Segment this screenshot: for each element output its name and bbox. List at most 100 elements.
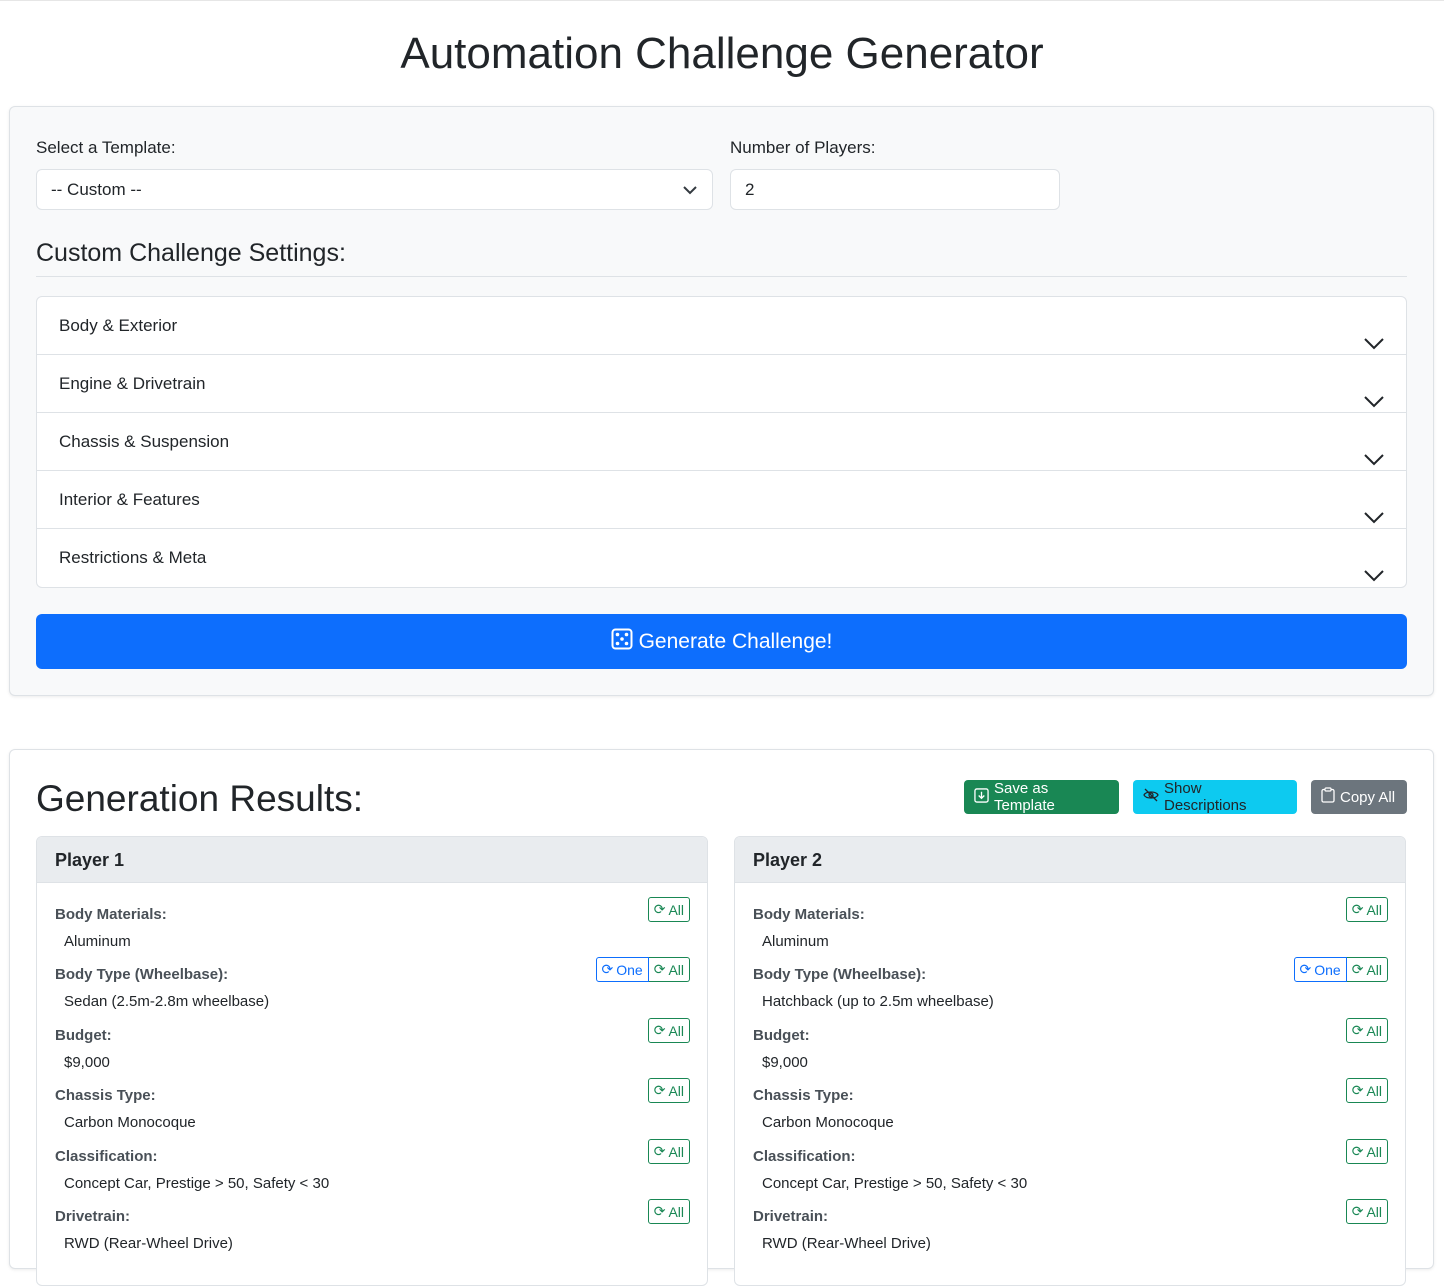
row-value: Sedan (2.5m-2.8m wheelbase) (64, 993, 270, 1010)
player-name: Player 1 (37, 837, 707, 883)
reroll-all-label: All (668, 961, 684, 978)
settings-accordion: Body & Exterior Engine & Drivetrain Chas… (36, 296, 1407, 588)
template-select-value: -- Custom -- (51, 180, 142, 199)
row-label: Drivetrain: (753, 1208, 829, 1225)
reroll-all-button[interactable]: ⟳ All (647, 1199, 690, 1224)
save-template-label: Save as Template (994, 780, 1055, 814)
refresh-icon: ⟳ (653, 1082, 666, 1098)
show-descriptions-label: Show Descriptions (1164, 780, 1247, 814)
row-label: Classification: (55, 1148, 158, 1165)
settings-card: Select a Template: -- Custom -- Number o… (9, 106, 1434, 696)
reroll-all-button[interactable]: ⟳ All (1345, 1078, 1388, 1103)
reroll-all-label: All (1366, 1022, 1382, 1039)
clipboard-icon (1321, 787, 1335, 807)
reroll-all-label: All (668, 1203, 684, 1220)
players-input[interactable]: 2 (730, 169, 1060, 210)
refresh-icon: ⟳ (1351, 961, 1364, 977)
reroll-all-label: All (668, 901, 684, 918)
reroll-one-button[interactable]: ⟳ One (1293, 957, 1347, 982)
copy-all-button[interactable]: Copy All (1311, 780, 1407, 814)
refresh-icon: ⟳ (1351, 1143, 1364, 1159)
row-value: Concept Car, Prestige > 50, Safety < 30 (762, 1175, 1028, 1192)
refresh-icon: ⟳ (1351, 1203, 1364, 1219)
row-label: Budget: (55, 1027, 112, 1044)
reroll-all-button[interactable]: ⟳ All (1346, 957, 1388, 982)
refresh-icon: ⟳ (653, 1203, 666, 1219)
row-value: Carbon Monocoque (762, 1114, 894, 1131)
chevron-down-icon (682, 182, 698, 203)
row-label: Body Materials: (753, 906, 865, 923)
reroll-all-label: All (1366, 901, 1382, 918)
generate-label: Generate Challenge! (638, 629, 833, 653)
row-label: Body Materials: (55, 906, 167, 923)
refresh-icon: ⟳ (653, 1143, 666, 1159)
reroll-all-label: All (1366, 961, 1382, 978)
results-card: Generation Results: Save as Template Sho… (9, 749, 1434, 1286)
reroll-all-label: All (668, 1082, 684, 1099)
player-card: Player 1 Body Materials: Aluminum ⟳ All B… (36, 836, 708, 1286)
row-value: Carbon Monocoque (64, 1114, 196, 1131)
reroll-all-button[interactable]: ⟳ All (1345, 1018, 1388, 1043)
refresh-icon: ⟳ (653, 1022, 666, 1038)
reroll-all-button[interactable]: ⟳ All (647, 1078, 690, 1103)
accordion-engine-drivetrain[interactable]: Engine & Drivetrain (37, 355, 1406, 413)
accordion-restrictions-meta[interactable]: Restrictions & Meta (37, 529, 1406, 587)
row-value: Aluminum (762, 933, 829, 950)
accordion-label: Restrictions & Meta (59, 548, 207, 567)
refresh-icon: ⟳ (1351, 1082, 1364, 1098)
reroll-all-label: All (668, 1143, 684, 1160)
save-template-button[interactable]: Save as Template (964, 780, 1119, 814)
row-value: $9,000 (64, 1054, 110, 1071)
row-label: Chassis Type: (753, 1087, 854, 1104)
accordion-interior-features[interactable]: Interior & Features (37, 471, 1406, 529)
accordion-body-exterior[interactable]: Body & Exterior (37, 297, 1406, 355)
reroll-all-label: All (1366, 1143, 1382, 1160)
accordion-label: Chassis & Suspension (59, 432, 230, 451)
row-value: RWD (Rear-Wheel Drive) (762, 1235, 931, 1252)
refresh-icon: ⟳ (601, 961, 614, 977)
row-value: $9,000 (762, 1054, 808, 1071)
accordion-label: Engine & Drivetrain (59, 374, 206, 393)
reroll-one-button[interactable]: ⟳ One (595, 957, 649, 982)
reroll-one-label: One (616, 961, 643, 978)
reroll-all-label: All (1366, 1082, 1382, 1099)
row-value: Hatchback (up to 2.5m wheelbase) (762, 993, 994, 1010)
template-select[interactable]: -- Custom -- (36, 169, 713, 210)
results-title: Generation Results: (36, 778, 364, 819)
accordion-label: Interior & Features (59, 490, 200, 509)
copy-all-label: Copy All (1340, 788, 1396, 806)
row-label: Body Type (Wheelbase): (55, 966, 229, 983)
reroll-all-button[interactable]: ⟳ All (1345, 1199, 1388, 1224)
reroll-one-label: One (1314, 961, 1341, 978)
players-label: Number of Players: (730, 138, 876, 157)
download-icon (974, 787, 989, 807)
accordion-chassis-suspension[interactable]: Chassis & Suspension (37, 413, 1406, 471)
reroll-all-button[interactable]: ⟳ All (647, 897, 690, 922)
player-name: Player 2 (735, 837, 1405, 883)
row-label: Drivetrain: (55, 1208, 131, 1225)
reroll-all-button[interactable]: ⟳ All (1345, 1139, 1388, 1164)
refresh-icon: ⟳ (1351, 1022, 1364, 1038)
row-value: Concept Car, Prestige > 50, Safety < 30 (64, 1175, 330, 1192)
reroll-all-button[interactable]: ⟳ All (1345, 897, 1388, 922)
chevron-down-icon (1364, 549, 1384, 607)
dice-icon (611, 628, 633, 656)
player-card: Player 2 Body Materials: Aluminum ⟳ All B… (734, 836, 1406, 1286)
generate-button[interactable]: Generate Challenge! (36, 614, 1407, 669)
accordion-label: Body & Exterior (59, 316, 178, 335)
refresh-icon: ⟳ (1351, 901, 1364, 917)
row-label: Body Type (Wheelbase): (753, 966, 927, 983)
row-label: Classification: (753, 1148, 856, 1165)
show-descriptions-button[interactable]: Show Descriptions (1133, 780, 1297, 814)
template-label: Select a Template: (36, 138, 176, 157)
row-label: Budget: (753, 1027, 810, 1044)
reroll-all-label: All (668, 1022, 684, 1039)
page-title: Automation Challenge Generator (400, 29, 1044, 78)
refresh-icon: ⟳ (1299, 961, 1312, 977)
row-label: Chassis Type: (55, 1087, 156, 1104)
reroll-all-button[interactable]: ⟳ All (647, 1018, 690, 1043)
eye-slash-icon (1143, 788, 1159, 806)
row-value: Aluminum (64, 933, 131, 950)
reroll-all-button[interactable]: ⟳ All (648, 957, 690, 982)
reroll-all-button[interactable]: ⟳ All (647, 1139, 690, 1164)
